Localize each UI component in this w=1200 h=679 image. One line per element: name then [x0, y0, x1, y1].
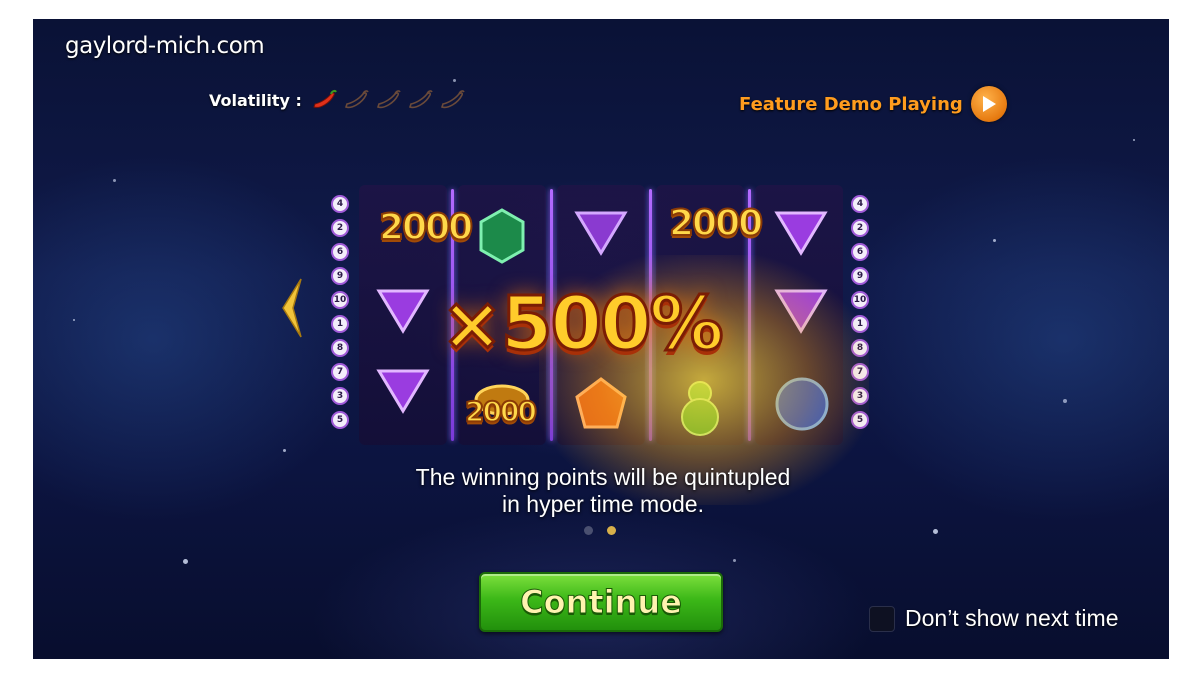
feature-description: The winning points will be quintupled in… — [333, 464, 873, 518]
purple-gem-icon — [376, 369, 430, 414]
star — [113, 179, 116, 182]
purple-gem-icon — [574, 211, 628, 256]
purple-gem-icon — [376, 289, 430, 334]
payline-number: 7 — [331, 363, 349, 381]
star — [73, 319, 75, 321]
purple-gem-icon — [774, 211, 828, 256]
payline-number: 2 — [331, 219, 349, 237]
bonus-2000-label: 2000 — [668, 202, 764, 245]
payline-numbers-left: 4 2 6 9 10 1 8 7 3 5 — [331, 195, 349, 429]
star — [1063, 399, 1067, 403]
bonus-2000-label: 2000 — [464, 394, 538, 429]
dont-show-label: Don’t show next time — [905, 605, 1119, 631]
dont-show-option[interactable]: Don’t show next time — [869, 605, 1118, 632]
star — [453, 79, 456, 82]
chili-pepper-icon-empty — [376, 90, 401, 109]
chili-pepper-icon-empty — [408, 90, 433, 109]
description-line: The winning points will be quintupled — [415, 464, 791, 490]
star — [933, 529, 938, 534]
feature-demo-label: Feature Demo Playing — [739, 93, 963, 115]
payline-number: 6 — [331, 243, 349, 261]
page-indicator — [584, 526, 616, 535]
star — [993, 239, 996, 242]
page-dot-active[interactable] — [607, 526, 616, 535]
chili-pepper-icon-empty — [440, 90, 465, 109]
volatility-label: Volatility : — [209, 90, 302, 110]
jade-token-icon — [479, 208, 525, 264]
dont-show-checkbox[interactable] — [869, 605, 895, 632]
payline-number: 4 — [331, 195, 349, 213]
payline-number: 2 — [851, 219, 869, 237]
game-info-screen: gaylord-mich.com Volatility : Feature De… — [33, 19, 1169, 659]
bonus-2000-label: 2000 — [378, 206, 474, 249]
description-line: in hyper time mode. — [502, 491, 704, 517]
volatility-indicator: Volatility : — [209, 89, 466, 111]
payline-number: 3 — [331, 387, 349, 405]
chili-pepper-icon-empty — [344, 90, 369, 109]
continue-button-label: Continue — [520, 583, 683, 622]
payline-number: 8 — [331, 339, 349, 357]
star — [283, 449, 286, 452]
payline-number: 9 — [331, 267, 349, 285]
previous-arrow-icon[interactable] — [279, 277, 305, 339]
play-icon[interactable] — [970, 86, 1007, 122]
star — [1133, 139, 1135, 141]
site-watermark: gaylord-mich.com — [65, 33, 265, 59]
chili-pepper-icon-filled — [313, 89, 337, 108]
page-dot[interactable] — [584, 526, 593, 535]
continue-button[interactable]: Continue — [479, 572, 723, 632]
star — [733, 559, 736, 562]
payline-number: 10 — [331, 291, 349, 309]
feature-demo-link[interactable]: Feature Demo Playing — [739, 86, 1007, 122]
multiplier-text: ×500% — [440, 280, 726, 369]
payline-number: 5 — [331, 411, 349, 429]
star — [183, 559, 188, 564]
payline-number: 1 — [331, 315, 349, 333]
payline-number: 4 — [851, 195, 869, 213]
